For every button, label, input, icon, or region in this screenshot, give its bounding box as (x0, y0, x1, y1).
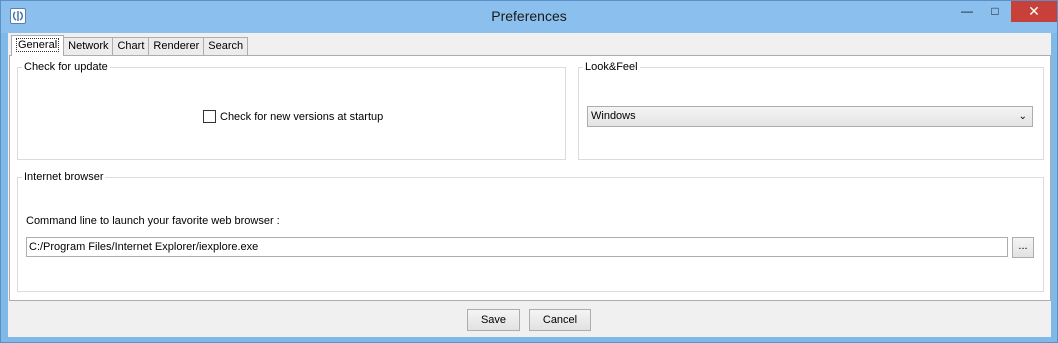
internet-browser-group: Internet browser Command line to launch … (17, 170, 1044, 292)
save-button[interactable]: Save (467, 309, 520, 331)
tab-network[interactable]: Network (63, 37, 114, 56)
tab-general[interactable]: General (11, 35, 65, 56)
general-tab-panel: Check for update Check for new versions … (9, 55, 1051, 301)
minimize-icon[interactable]: — (953, 1, 981, 22)
tab-renderer[interactable]: Renderer (148, 37, 205, 56)
look-and-feel-group: Look&Feel Windows ⌄ (578, 60, 1044, 160)
look-and-feel-select[interactable]: Windows ⌄ (587, 106, 1033, 127)
look-and-feel-value: Windows (591, 110, 636, 122)
browser-command-input[interactable]: C:/Program Files/Internet Explorer/iexpl… (26, 237, 1008, 257)
check-for-update-title: Check for update (22, 60, 110, 74)
preferences-window: Preferences — □ ✕ General Network Chart … (0, 0, 1058, 343)
tab-general-label: General (16, 38, 60, 52)
look-and-feel-title: Look&Feel (583, 60, 640, 74)
command-line-label: Command line to launch your favorite web… (26, 215, 280, 227)
close-icon[interactable]: ✕ (1011, 1, 1057, 22)
dialog-client-area: General Network Chart Renderer Search Ch… (8, 33, 1051, 337)
startup-check-label[interactable]: Check for new versions at startup (220, 111, 383, 123)
tab-strip: General Network Chart Renderer Search (11, 35, 249, 56)
tab-search[interactable]: Search (203, 37, 249, 56)
window-title: Preferences (491, 8, 567, 24)
check-for-update-group: Check for update Check for new versions … (17, 60, 566, 160)
title-bar[interactable]: Preferences — □ ✕ (1, 1, 1057, 33)
internet-browser-title: Internet browser (22, 170, 106, 184)
dialog-button-bar: Save Cancel (8, 301, 1051, 337)
maximize-icon[interactable]: □ (981, 1, 1009, 22)
chevron-down-icon: ⌄ (1018, 111, 1027, 122)
startup-check-option[interactable]: Check for new versions at startup (203, 110, 383, 123)
cancel-button[interactable]: Cancel (529, 309, 591, 331)
browse-button[interactable]: ... (1012, 237, 1034, 258)
tab-chart[interactable]: Chart (112, 37, 150, 56)
startup-check-checkbox[interactable] (203, 110, 216, 123)
